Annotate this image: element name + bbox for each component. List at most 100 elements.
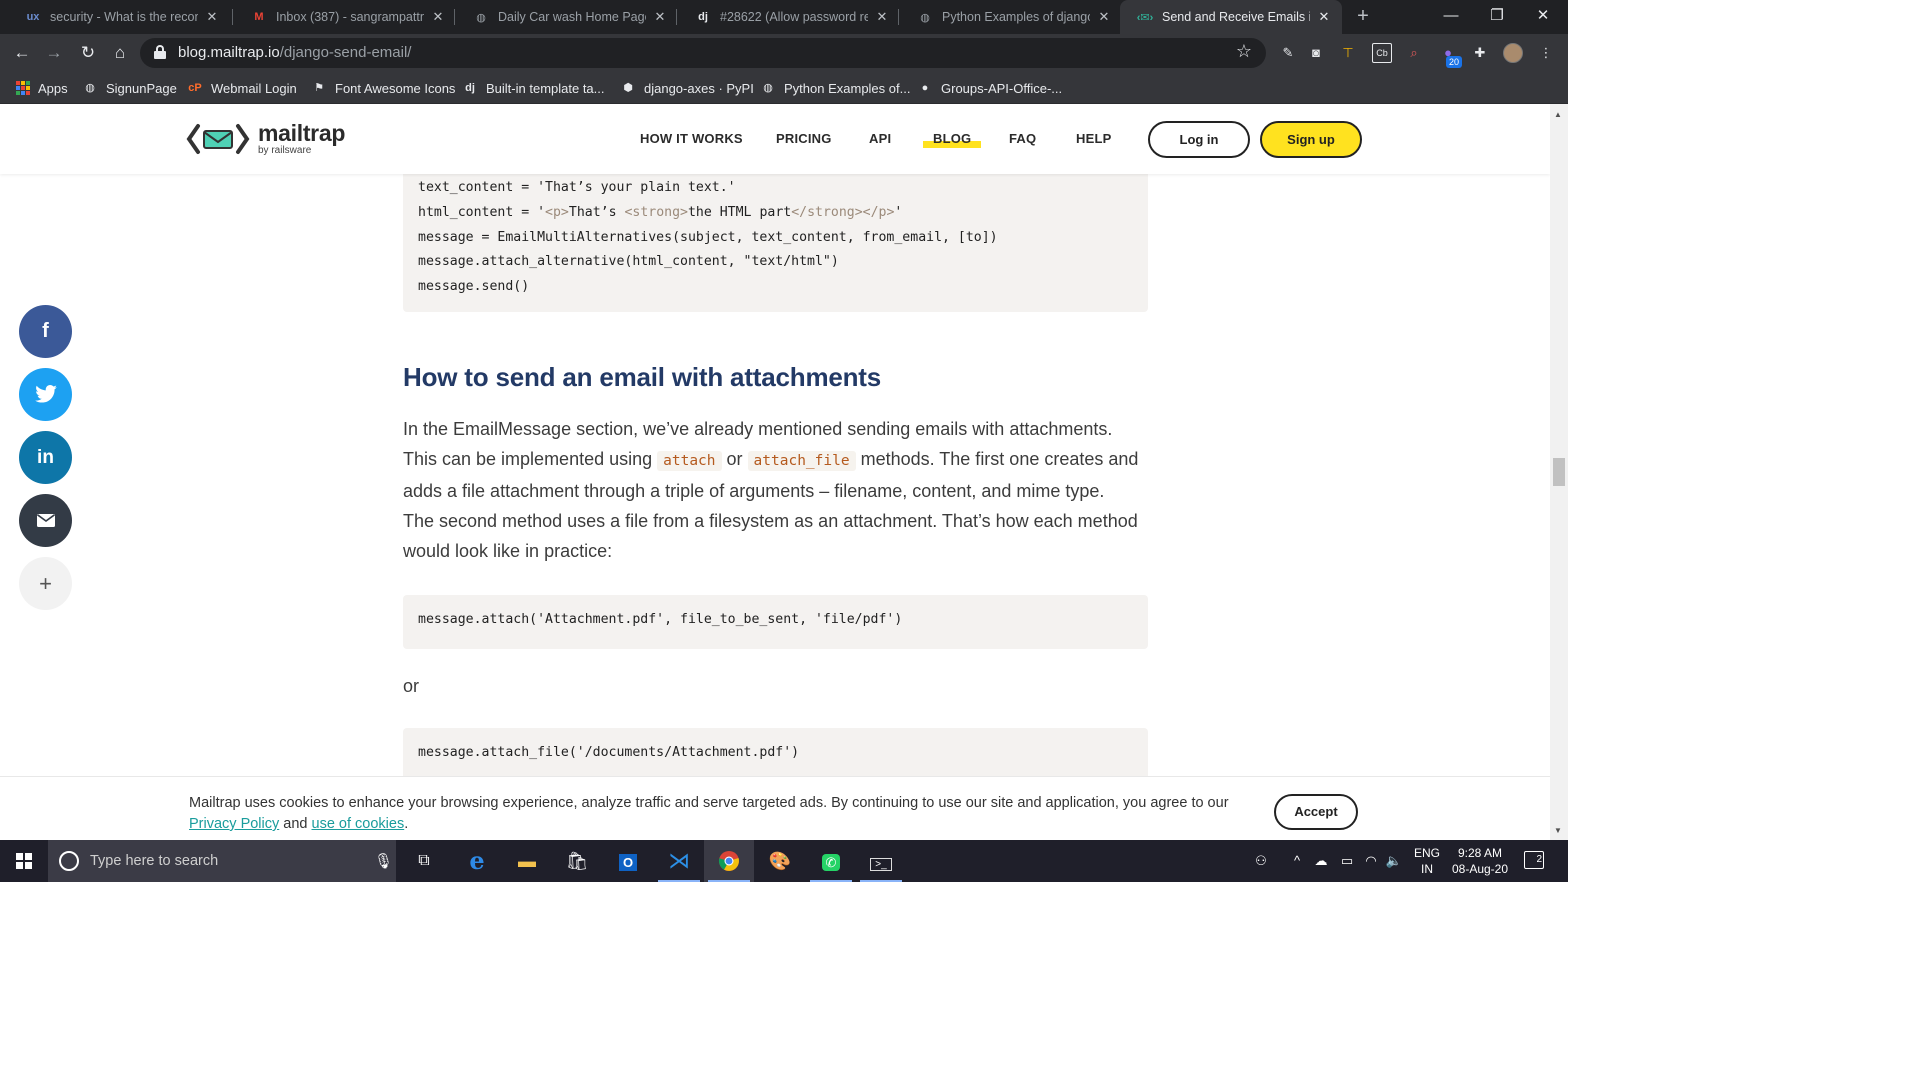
- address-bar[interactable]: blog.mailtrap.io/django-send-email/ ☆: [140, 38, 1266, 68]
- lock-icon[interactable]: [154, 45, 166, 59]
- mailtrap-logo-icon[interactable]: [186, 122, 250, 156]
- profile-avatar[interactable]: [1503, 43, 1523, 63]
- linkedin-share-button[interactable]: in: [19, 431, 72, 484]
- close-tab-icon[interactable]: ✕: [204, 9, 220, 25]
- bookmark-signunpage[interactable]: ◍ SignunPage: [82, 79, 177, 97]
- extensions-puzzle-icon[interactable]: ✚: [1470, 43, 1490, 63]
- back-arrow-icon[interactable]: ←: [9, 40, 35, 66]
- nav-api[interactable]: API: [869, 131, 891, 146]
- close-tab-icon[interactable]: ✕: [874, 9, 890, 25]
- globe-icon: ◍: [763, 82, 773, 94]
- menu-kebab-icon[interactable]: ⋮: [1536, 43, 1556, 63]
- twitter-share-button[interactable]: [19, 368, 72, 421]
- volume-icon[interactable]: 🔈: [1383, 840, 1405, 882]
- file-explorer-icon[interactable]: ▬: [502, 840, 552, 882]
- privacy-policy-link[interactable]: Privacy Policy: [189, 816, 279, 832]
- tab-car-wash[interactable]: ◍ Daily Car wash Home Page ✕: [456, 0, 678, 34]
- page-scrollbar[interactable]: ▲ ▼: [1550, 104, 1568, 840]
- paint-icon[interactable]: 🎨: [755, 840, 805, 882]
- scroll-up-arrow-icon[interactable]: ▲: [1554, 110, 1562, 119]
- action-center-icon[interactable]: 2: [1524, 851, 1544, 869]
- use-of-cookies-link[interactable]: use of cookies: [312, 816, 405, 832]
- accept-cookies-button[interactable]: Accept: [1274, 794, 1358, 830]
- microsoft-store-icon[interactable]: 🛍: [552, 840, 602, 882]
- tab-security[interactable]: ux security - What is the recomm ✕: [8, 0, 230, 34]
- windows-logo-icon: [16, 853, 32, 869]
- article-heading: How to send an email with attachments: [403, 362, 882, 392]
- clock[interactable]: 9:28 AM 08-Aug-20: [1447, 845, 1513, 877]
- microphone-icon[interactable]: 🎙: [374, 852, 393, 870]
- cookie-consent-bar: Mailtrap uses cookies to enhance your br…: [0, 776, 1550, 840]
- url-text[interactable]: blog.mailtrap.io/django-send-email/: [178, 44, 411, 61]
- camera-extension-icon[interactable]: ◙: [1306, 43, 1326, 63]
- code-block-email-multialternatives: text_content = 'That’s your plain text.'…: [403, 154, 1148, 312]
- bookmark-star-icon[interactable]: ☆: [1236, 41, 1252, 62]
- whatsapp-icon[interactable]: ✆: [806, 840, 856, 882]
- code-block-attach: message.attach('Attachment.pdf', file_to…: [403, 595, 1148, 649]
- signup-button[interactable]: Sign up: [1260, 121, 1362, 158]
- restore-button[interactable]: ❐: [1474, 0, 1520, 34]
- chrome-icon[interactable]: [704, 840, 754, 882]
- code-line: message.attach_alternative(html_content,…: [418, 254, 839, 269]
- code-line: text_content = 'That’s your plain text.': [418, 180, 736, 195]
- close-tab-icon[interactable]: ✕: [1316, 9, 1332, 25]
- github-icon: ●: [921, 82, 929, 94]
- terminal-icon[interactable]: >_: [856, 840, 906, 882]
- gmail-icon: M: [254, 11, 264, 23]
- tab-python-examples[interactable]: ◍ Python Examples of django.c ✕: [900, 0, 1122, 34]
- search-extension-icon[interactable]: ⌕: [1404, 43, 1424, 63]
- people-icon[interactable]: ⚇: [1250, 840, 1272, 882]
- close-tab-icon[interactable]: ✕: [652, 9, 668, 25]
- mailtrap-favicon-icon: ‹✉›: [1136, 11, 1154, 24]
- email-share-button[interactable]: [19, 494, 72, 547]
- pen-extension-icon[interactable]: ✎: [1278, 43, 1298, 63]
- close-tab-icon[interactable]: ✕: [430, 9, 446, 25]
- tab-django-ticket[interactable]: dj #28622 (Allow password rese ✕: [678, 0, 900, 34]
- nav-faq[interactable]: FAQ: [1009, 131, 1036, 146]
- new-tab-button[interactable]: +: [1352, 4, 1374, 30]
- bookmark-font-awesome[interactable]: ⚑ Font Awesome Icons: [311, 79, 455, 97]
- bookmark-webmail-login[interactable]: cP Webmail Login: [187, 79, 297, 97]
- input-language[interactable]: ENG IN: [1413, 845, 1441, 877]
- logo-text[interactable]: mailtrap: [258, 120, 345, 147]
- scroll-down-arrow-icon[interactable]: ▼: [1554, 826, 1562, 835]
- bookmark-apps[interactable]: Apps: [16, 79, 68, 97]
- vscode-icon[interactable]: ⋊: [654, 840, 704, 882]
- facebook-share-button[interactable]: f: [19, 305, 72, 358]
- nav-help[interactable]: HELP: [1076, 131, 1111, 146]
- nav-pricing[interactable]: PRICING: [776, 131, 832, 146]
- close-tab-icon[interactable]: ✕: [1096, 9, 1112, 25]
- close-window-button[interactable]: ✕: [1520, 0, 1566, 34]
- tab-gmail-inbox[interactable]: M Inbox (387) - sangrampattna ✕: [234, 0, 456, 34]
- more-share-button[interactable]: +: [19, 557, 72, 610]
- home-icon[interactable]: ⌂: [107, 40, 133, 66]
- tab-mailtrap-active[interactable]: ‹✉› Send and Receive Emails in D ✕: [1120, 0, 1342, 34]
- taskbar-search-box[interactable]: Type here to search 🎙: [48, 840, 396, 882]
- bookmark-builtin-template[interactable]: dj Built-in template ta...: [462, 79, 604, 97]
- task-view-icon[interactable]: ⧉: [399, 840, 449, 882]
- nav-how-it-works[interactable]: HOW IT WORKS: [640, 131, 743, 146]
- wifi-icon[interactable]: ◠: [1360, 840, 1382, 882]
- scroll-thumb[interactable]: [1553, 458, 1565, 486]
- edge-browser-icon[interactable]: e: [452, 840, 502, 882]
- code-line: message.send(): [418, 279, 530, 294]
- cb-extension-icon[interactable]: Cb: [1372, 43, 1392, 63]
- bookmark-django-axes[interactable]: ⬢ django-axes · PyPI: [620, 79, 754, 97]
- minimize-button[interactable]: —: [1428, 0, 1474, 34]
- logo-subtext: by railsware: [258, 145, 312, 156]
- bookmark-groups-api[interactable]: ● Groups-API-Office-...: [917, 79, 1062, 97]
- show-hidden-icons-chevron-icon[interactable]: ^: [1288, 840, 1306, 882]
- onedrive-icon[interactable]: ☁: [1310, 840, 1332, 882]
- outlook-icon[interactable]: O: [603, 840, 653, 882]
- nav-blog[interactable]: BLOG: [922, 131, 982, 148]
- cpanel-icon: cP: [188, 82, 202, 94]
- forward-arrow-icon[interactable]: →: [41, 40, 67, 66]
- bookmark-python-examples[interactable]: ◍ Python Examples of...: [760, 79, 910, 97]
- reload-icon[interactable]: ↻: [75, 40, 101, 66]
- tab-title: #28622 (Allow password rese: [720, 10, 868, 24]
- tools-extension-icon[interactable]: ⊤: [1338, 43, 1358, 63]
- browser-toolbar: ← → ↻ ⌂ blog.mailtrap.io/django-send-ema…: [0, 34, 1568, 72]
- start-button[interactable]: [0, 840, 48, 882]
- login-button[interactable]: Log in: [1148, 121, 1250, 158]
- battery-icon[interactable]: ▭: [1336, 840, 1358, 882]
